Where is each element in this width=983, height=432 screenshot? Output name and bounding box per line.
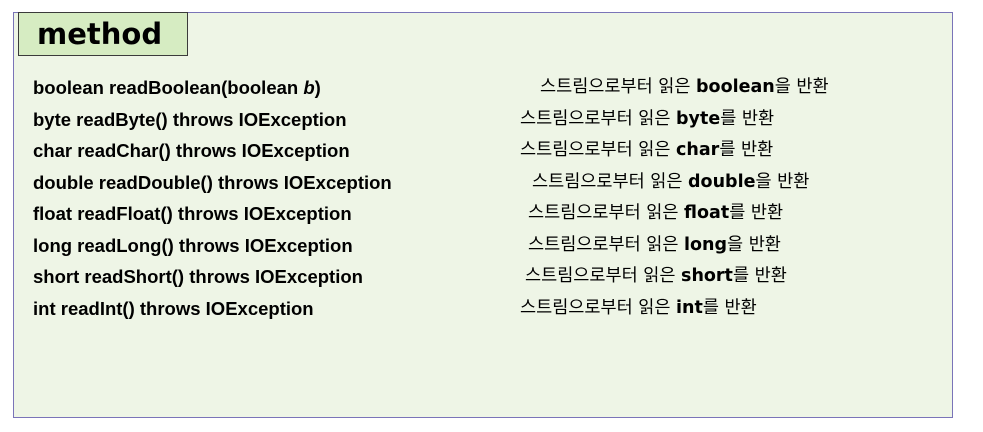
method-row: double readDouble() throws IOException 스…	[33, 167, 943, 199]
method-description: 스트림으로부터 읽은 boolean을 반환	[540, 77, 829, 97]
section-title: method	[18, 12, 188, 56]
method-row: boolean readBoolean(boolean b) 스트림으로부터 읽…	[33, 72, 943, 104]
return-type: byte	[676, 108, 721, 129]
method-description: 스트림으로부터 읽은 short를 반환	[525, 266, 787, 286]
method-row: long readLong() throws IOException 스트림으로…	[33, 230, 943, 262]
return-type: long	[684, 234, 728, 255]
method-row: int readInt() throws IOException 스트림으로부터…	[33, 293, 943, 325]
method-list: boolean readBoolean(boolean b) 스트림으로부터 읽…	[33, 72, 943, 324]
method-row: byte readByte() throws IOException 스트림으로…	[33, 104, 943, 136]
return-type: float	[684, 203, 730, 223]
method-signature: long readLong() throws IOException	[33, 234, 353, 256]
method-description: 스트림으로부터 읽은 long을 반환	[528, 234, 781, 255]
return-type: double	[688, 171, 756, 192]
method-description: 스트림으로부터 읽은 byte를 반환	[520, 108, 775, 129]
method-description: 스트림으로부터 읽은 float를 반환	[528, 203, 784, 223]
return-type: boolean	[696, 77, 775, 97]
method-row: short readShort() throws IOException 스트림…	[33, 261, 943, 293]
method-signature: double readDouble() throws IOException	[33, 171, 392, 193]
method-signature: byte readByte() throws IOException	[33, 108, 347, 130]
method-row: char readChar() throws IOException 스트림으로…	[33, 135, 943, 167]
method-row: float readFloat() throws IOException 스트림…	[33, 198, 943, 230]
method-signature: float readFloat() throws IOException	[33, 203, 352, 224]
method-description: 스트림으로부터 읽은 char를 반환	[520, 140, 774, 160]
method-signature: char readChar() throws IOException	[33, 140, 350, 161]
method-signature: int readInt() throws IOException	[33, 297, 314, 319]
param-name: b	[303, 77, 315, 98]
method-signature: boolean readBoolean(boolean b)	[33, 77, 321, 98]
return-type: int	[676, 297, 703, 318]
return-type: char	[676, 140, 720, 160]
return-type: short	[681, 266, 733, 286]
method-signature: short readShort() throws IOException	[33, 266, 363, 287]
method-description: 스트림으로부터 읽은 int를 반환	[520, 297, 757, 318]
method-description: 스트림으로부터 읽은 double을 반환	[532, 171, 810, 192]
